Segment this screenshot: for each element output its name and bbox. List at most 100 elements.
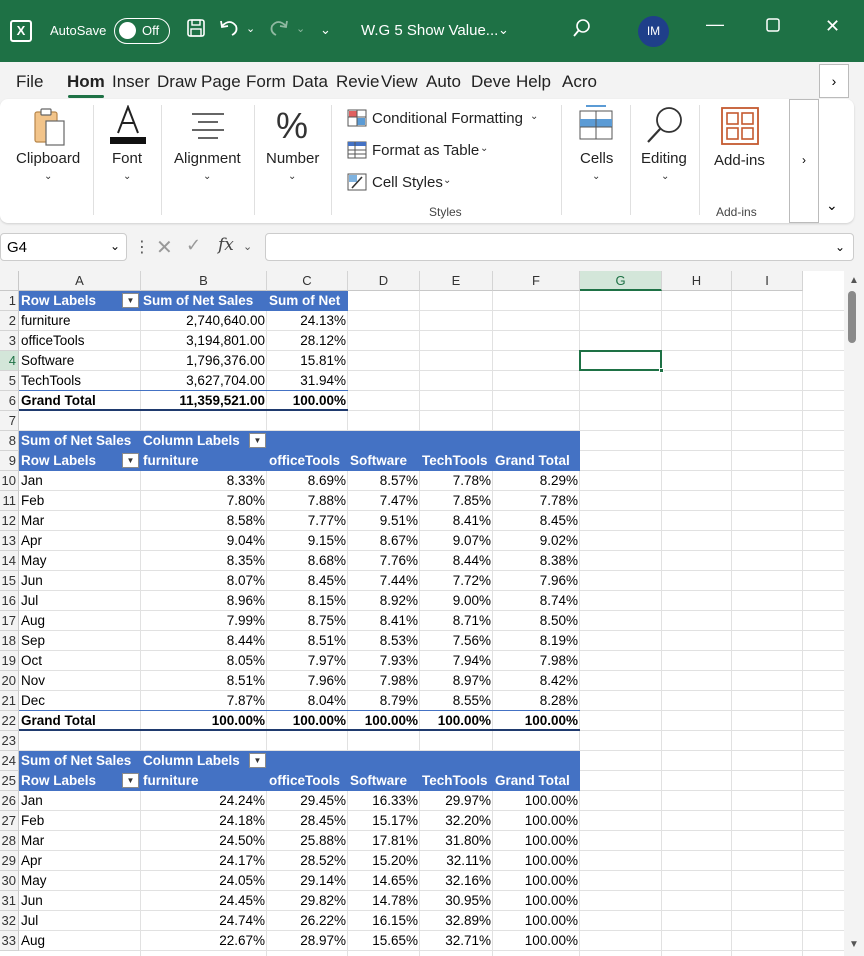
pivot3-value[interactable]: 16.15% [348, 911, 420, 931]
pivot3-value[interactable]: 25.88% [267, 831, 348, 851]
pivot2-value[interactable]: 7.93% [348, 651, 420, 671]
pivot2-header[interactable]: furniture [141, 451, 267, 471]
pivot2-value[interactable]: 8.51% [267, 631, 348, 651]
pivot2-value[interactable]: 9.51% [348, 511, 420, 531]
pivot3-value[interactable]: 100.00% [493, 811, 580, 831]
cell-styles-dropdown-icon[interactable]: ⌄ [443, 175, 451, 186]
pivot2-header[interactable]: officeTools [267, 451, 348, 471]
column-header-i[interactable]: I [732, 271, 803, 291]
pivot2-column-labels[interactable]: Column Labels [141, 431, 348, 451]
pivot2-value[interactable]: 8.97% [420, 671, 493, 691]
pivot2-value[interactable]: 8.68% [267, 551, 348, 571]
pivot2-row-label[interactable]: Jan [19, 471, 141, 491]
pivot3-value[interactable]: 15.20% [348, 851, 420, 871]
row-header[interactable]: 1 [0, 291, 19, 311]
function-dropdown-icon[interactable]: ⌄ [243, 240, 252, 253]
pivot1-header-sum[interactable]: Sum of Net Sales [141, 291, 267, 311]
pivot2-header[interactable]: TechTools [420, 451, 493, 471]
pivot2-grand-total-value[interactable]: 100.00% [348, 711, 420, 731]
row-header[interactable]: 15 [0, 571, 19, 591]
pivot3-value[interactable]: 100.00% [493, 831, 580, 851]
pivot2-value[interactable]: 8.35% [141, 551, 267, 571]
clipboard-button[interactable]: Clipboard [16, 150, 80, 167]
name-box[interactable]: G4 ⌄ [0, 233, 127, 261]
row-header[interactable]: 14 [0, 551, 19, 571]
row-header[interactable]: 31 [0, 891, 19, 911]
pivot1-value[interactable]: 1,796,376.00 [141, 351, 267, 371]
pivot1-row-label[interactable]: officeTools [19, 331, 141, 351]
pivot3-value[interactable]: 32.20% [420, 811, 493, 831]
pivot1-value[interactable]: 24.13% [267, 311, 348, 331]
pivot3-value[interactable]: 24.17% [141, 851, 267, 871]
row-header[interactable]: 19 [0, 651, 19, 671]
row-header[interactable]: 3 [0, 331, 19, 351]
pivot2-value[interactable]: 8.51% [141, 671, 267, 691]
pivot2-value[interactable]: 8.53% [348, 631, 420, 651]
row-header[interactable]: 32 [0, 911, 19, 931]
pivot2-row-label[interactable]: Dec [19, 691, 141, 711]
tab-automate[interactable]: Auto [426, 72, 461, 92]
pivot3-value[interactable]: 14.78% [348, 891, 420, 911]
filter-dropdown-icon[interactable]: ▼ [122, 293, 139, 308]
tab-insert[interactable]: Inser [112, 72, 150, 92]
pivot2-row-label[interactable]: Aug [19, 611, 141, 631]
tab-review[interactable]: Revie [336, 72, 379, 92]
pivot2-value[interactable]: 8.92% [348, 591, 420, 611]
row-header[interactable]: 24 [0, 751, 19, 771]
row-header[interactable]: 23 [0, 731, 19, 751]
conditional-formatting-dropdown-icon[interactable]: ⌄ [530, 111, 538, 122]
pivot1-grand-total-label[interactable]: Grand Total [19, 391, 141, 411]
pivot1-row-label[interactable]: furniture [19, 311, 141, 331]
format-as-table-dropdown-icon[interactable]: ⌄ [480, 143, 488, 154]
row-header[interactable]: 13 [0, 531, 19, 551]
pivot2-value[interactable]: 7.78% [420, 471, 493, 491]
pivot2-value[interactable]: 8.45% [267, 571, 348, 591]
pivot2-value[interactable]: 7.85% [420, 491, 493, 511]
pivot1-grand-total-value[interactable]: 11,359,521.00 [141, 391, 267, 411]
vertical-scrollbar[interactable]: ▲ ▼ [844, 271, 864, 956]
pivot2-header[interactable]: Grand Total [493, 451, 580, 471]
row-header[interactable]: 25 [0, 771, 19, 791]
pivot3-row-label[interactable]: Mar [19, 831, 141, 851]
editing-dropdown-icon[interactable]: ⌄ [661, 171, 669, 182]
pivot2-value[interactable]: 8.38% [493, 551, 580, 571]
pivot2-value[interactable]: 7.98% [348, 671, 420, 691]
pivot3-value[interactable]: 29.97% [420, 791, 493, 811]
font-button[interactable]: Font [112, 150, 142, 167]
scroll-up-icon[interactable]: ▲ [849, 275, 859, 286]
pivot2-value[interactable]: 7.72% [420, 571, 493, 591]
pivot2-row-label[interactable]: Feb [19, 491, 141, 511]
pivot1-header-sum-pct[interactable]: Sum of Net [267, 291, 348, 311]
filter-dropdown-icon[interactable]: ▼ [249, 753, 266, 768]
pivot2-value[interactable]: 8.19% [493, 631, 580, 651]
cells-dropdown-icon[interactable]: ⌄ [592, 171, 600, 182]
redo-dropdown-icon[interactable]: ⌄ [296, 22, 305, 35]
row-header[interactable]: 8 [0, 431, 19, 451]
row-header[interactable]: 7 [0, 411, 19, 431]
pivot3-row-label[interactable]: Feb [19, 811, 141, 831]
pivot2-value[interactable]: 8.45% [493, 511, 580, 531]
pivot2-grand-total-value[interactable]: 100.00% [493, 711, 580, 731]
pivot2-value[interactable]: 8.71% [420, 611, 493, 631]
pivot2-value[interactable]: 7.97% [267, 651, 348, 671]
selected-cell[interactable] [579, 350, 664, 373]
pivot3-value[interactable]: 100.00% [493, 871, 580, 891]
pivot2-value[interactable]: 8.50% [493, 611, 580, 631]
font-dropdown-icon[interactable]: ⌄ [123, 171, 131, 182]
pivot2-value[interactable]: 9.02% [493, 531, 580, 551]
number-dropdown-icon[interactable]: ⌄ [288, 171, 296, 182]
save-icon[interactable] [186, 18, 206, 43]
autosave-toggle[interactable]: Off [114, 18, 170, 44]
pivot3-value[interactable]: 32.89% [420, 911, 493, 931]
expand-formula-bar-icon[interactable]: ⌄ [835, 240, 845, 254]
pivot3-header[interactable]: furniture [141, 771, 267, 791]
tab-help[interactable]: Help [516, 72, 551, 92]
row-header[interactable]: 4 [0, 351, 19, 371]
tab-acrobat[interactable]: Acro [562, 72, 597, 92]
column-header-g[interactable]: G [580, 271, 662, 291]
tabs-scroll-right-icon[interactable]: › [819, 64, 849, 98]
row-header[interactable]: 12 [0, 511, 19, 531]
pivot2-value[interactable]: 8.44% [141, 631, 267, 651]
clipboard-dropdown-icon[interactable]: ⌄ [44, 171, 52, 182]
editing-button[interactable]: Editing [641, 150, 687, 167]
